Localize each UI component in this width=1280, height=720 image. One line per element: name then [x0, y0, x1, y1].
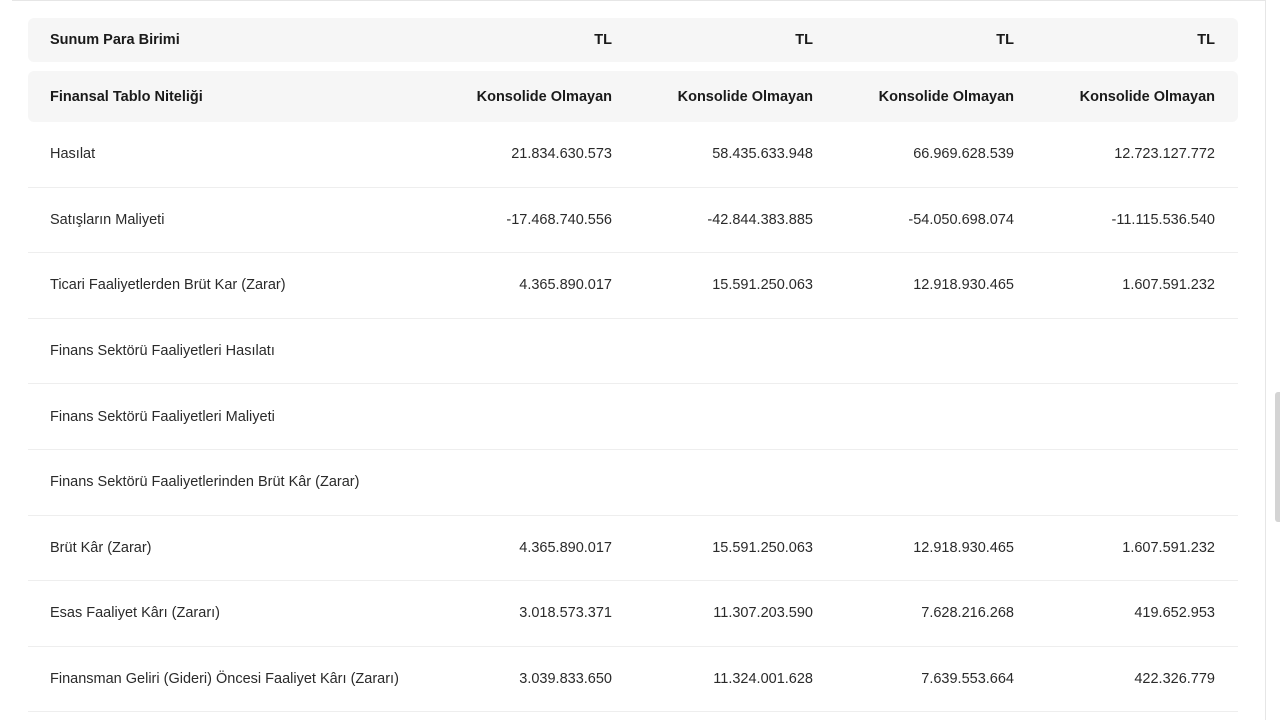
frame-right-border	[1265, 0, 1266, 720]
row-label: Satışların Maliyeti	[50, 211, 165, 228]
table-row: Finans Sektörü Faaliyetleri Maliyeti	[28, 384, 1238, 450]
currency-header-cell: TL	[594, 32, 612, 48]
scrollbar-handle[interactable]	[1275, 392, 1280, 522]
row-value: 21.834.630.573	[511, 146, 612, 163]
row-value: 12.918.930.465	[913, 277, 1014, 294]
row-value: -54.050.698.074	[908, 211, 1014, 228]
row-value: 7.628.216.268	[921, 605, 1014, 622]
row-value: 4.365.890.017	[519, 539, 612, 556]
currency-header-label: Sunum Para Birimi	[50, 32, 180, 48]
table-row: Esas Faaliyet Kârı (Zararı) 3.018.573.37…	[28, 581, 1238, 647]
row-value: 3.018.573.371	[519, 605, 612, 622]
table-row: Ticari Faaliyetlerden Brüt Kar (Zarar) 4…	[28, 253, 1238, 319]
row-label: Brüt Kâr (Zarar)	[50, 539, 152, 556]
table-row: Finans Sektörü Faaliyetlerinden Brüt Kâr…	[28, 450, 1238, 516]
row-value: 1.607.591.232	[1122, 539, 1215, 556]
table-row: Finans Sektörü Faaliyetleri Hasılatı	[28, 319, 1238, 385]
row-value: 7.639.553.664	[921, 671, 1014, 688]
table-row: Brüt Kâr (Zarar) 4.365.890.017 15.591.25…	[28, 516, 1238, 582]
row-value: 11.324.001.628	[713, 671, 813, 688]
table-row: Hasılat 21.834.630.573 58.435.633.948 66…	[28, 122, 1238, 188]
row-value: 12.723.127.772	[1114, 146, 1215, 163]
row-value: 4.365.890.017	[519, 277, 612, 294]
row-value: -11.115.536.540	[1111, 211, 1215, 228]
row-label: Finansman Geliri (Gideri) Öncesi Faaliye…	[50, 671, 399, 688]
row-value: 1.607.591.232	[1122, 277, 1215, 294]
row-value: 419.652.953	[1134, 605, 1215, 622]
statement-nature-header-cell: Konsolide Olmayan	[476, 88, 612, 105]
row-label: Esas Faaliyet Kârı (Zararı)	[50, 605, 221, 622]
statement-nature-header-cell: Konsolide Olmayan	[1079, 88, 1215, 105]
currency-header-cell: TL	[795, 32, 813, 48]
currency-header-row: Sunum Para Birimi TL TL TL TL	[28, 18, 1238, 62]
row-label: Ticari Faaliyetlerden Brüt Kar (Zarar)	[50, 277, 286, 294]
row-label: Finans Sektörü Faaliyetlerinden Brüt Kâr…	[50, 474, 360, 491]
row-value: 15.591.250.063	[712, 539, 813, 556]
row-value: 422.326.779	[1134, 671, 1215, 688]
row-label: Finans Sektörü Faaliyetleri Maliyeti	[50, 408, 275, 425]
page: Sunum Para Birimi TL TL TL TL Finansal T…	[0, 0, 1280, 720]
statement-nature-header-cell: Konsolide Olmayan	[677, 88, 813, 105]
row-value: 12.918.930.465	[913, 539, 1014, 556]
row-label: Hasılat	[50, 146, 96, 163]
financial-table: Sunum Para Birimi TL TL TL TL Finansal T…	[28, 18, 1238, 713]
row-value: 3.039.833.650	[519, 671, 612, 688]
row-value: 15.591.250.063	[712, 277, 813, 294]
row-value: 58.435.633.948	[712, 146, 813, 163]
currency-header-cell: TL	[1197, 32, 1215, 48]
row-value: 66.969.628.539	[913, 146, 1014, 163]
row-value: -17.468.740.556	[506, 211, 612, 228]
frame-top-border	[12, 0, 1266, 1]
statement-nature-header-row: Finansal Tablo Niteliği Konsolide Olmaya…	[28, 71, 1238, 122]
row-value: 11.307.203.590	[713, 605, 813, 622]
row-label: Finans Sektörü Faaliyetleri Hasılatı	[50, 343, 275, 360]
statement-nature-header-cell: Konsolide Olmayan	[878, 88, 1014, 105]
table-row: Finansman Geliri (Gideri) Öncesi Faaliye…	[28, 647, 1238, 713]
table-row: Satışların Maliyeti -17.468.740.556 -42.…	[28, 188, 1238, 254]
currency-header-cell: TL	[996, 32, 1014, 48]
row-value: -42.844.383.885	[707, 211, 813, 228]
statement-nature-header-label: Finansal Tablo Niteliği	[50, 88, 203, 105]
